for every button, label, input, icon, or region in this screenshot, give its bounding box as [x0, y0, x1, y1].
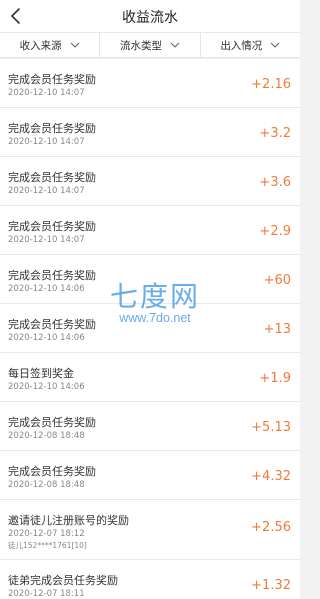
- list-item[interactable]: 每日签到奖金 2020-12-10 14:06 +1.9: [0, 353, 300, 402]
- record-amount: +2.16: [251, 77, 291, 92]
- list-item[interactable]: 徒弟完成会员任务奖励 2020-12-07 18:11 +1.32: [0, 560, 300, 599]
- record-date: 2020-12-08 18:48: [8, 480, 85, 490]
- filter-income-source[interactable]: 收入来源: [0, 33, 99, 57]
- record-title: 完成会员任务奖励: [8, 171, 96, 184]
- list-item[interactable]: 邀请徒儿注册账号的奖励 2020-12-07 18:12 徒儿152****17…: [0, 500, 300, 560]
- list-item[interactable]: 完成会员任务奖励 2020-12-10 14:07 +3.2: [0, 108, 300, 157]
- record-date: 2020-12-10 14:06: [8, 333, 85, 343]
- filter-label: 出入情况: [220, 39, 263, 52]
- record-amount: +2.9: [259, 224, 291, 239]
- list-item[interactable]: 完成会员任务奖励 2020-12-10 14:06 +60: [0, 255, 300, 304]
- record-title: 完成会员任务奖励: [8, 318, 96, 331]
- record-title: 邀请徒儿注册账号的奖励: [8, 514, 129, 527]
- record-title: 完成会员任务奖励: [8, 73, 96, 86]
- list-item[interactable]: 完成会员任务奖励 2020-12-08 18:48 +5.13: [0, 402, 300, 451]
- record-date: 2020-12-10 14:06: [8, 284, 85, 294]
- filter-bar: 收入来源 流水类型 出入情况: [0, 32, 300, 58]
- record-title: 完成会员任务奖励: [8, 122, 96, 135]
- record-date: 2020-12-10 14:07: [8, 137, 85, 147]
- chevron-down-icon: [270, 42, 280, 48]
- chevron-down-icon: [170, 42, 180, 48]
- record-date: 2020-12-08 18:48: [8, 431, 85, 441]
- list-item[interactable]: 完成会员任务奖励 2020-12-10 14:07 +2.16: [0, 59, 300, 108]
- list-item[interactable]: 完成会员任务奖励 2020-12-10 14:06 +13: [0, 304, 300, 353]
- page-title: 收益流水: [122, 10, 178, 26]
- record-date: 2020-12-10 14:06: [8, 382, 85, 392]
- record-amount: +1.32: [251, 578, 291, 593]
- record-title: 徒弟完成会员任务奖励: [8, 574, 118, 587]
- record-amount: +13: [263, 322, 291, 337]
- record-date: 2020-12-10 14:07: [8, 186, 85, 196]
- record-amount: +4.32: [251, 469, 291, 484]
- record-amount: +5.13: [251, 420, 291, 435]
- record-amount: +3.6: [259, 175, 291, 190]
- record-title: 完成会员任务奖励: [8, 416, 96, 429]
- header-bar: 收益流水: [0, 0, 300, 32]
- record-amount: +1.9: [259, 371, 291, 386]
- filter-label: 收入来源: [19, 39, 62, 52]
- list-item[interactable]: 完成会员任务奖励 2020-12-10 14:07 +3.6: [0, 157, 300, 206]
- record-title: 完成会员任务奖励: [8, 269, 96, 282]
- record-date: 2020-12-10 14:07: [8, 88, 85, 98]
- record-invitee: 徒儿152****1761[10]: [8, 541, 87, 550]
- record-date: 2020-12-07 18:11: [8, 589, 85, 599]
- list-item[interactable]: 完成会员任务奖励 2020-12-10 14:07 +2.9: [0, 206, 300, 255]
- record-title: 每日签到奖金: [8, 367, 74, 380]
- record-amount: +60: [263, 273, 291, 288]
- transaction-list: 完成会员任务奖励 2020-12-10 14:07 +2.16 完成会员任务奖励…: [0, 59, 300, 599]
- record-amount: +2.56: [251, 520, 291, 535]
- record-date: 2020-12-07 18:12: [8, 529, 85, 539]
- record-title: 完成会员任务奖励: [8, 465, 96, 478]
- record-title: 完成会员任务奖励: [8, 220, 96, 233]
- record-amount: +3.2: [259, 126, 291, 141]
- record-date: 2020-12-10 14:07: [8, 235, 85, 245]
- chevron-down-icon: [70, 42, 80, 48]
- filter-in-out[interactable]: 出入情况: [199, 33, 300, 57]
- list-item[interactable]: 完成会员任务奖励 2020-12-08 18:48 +4.32: [0, 451, 300, 500]
- filter-label: 流水类型: [119, 39, 162, 52]
- filter-flow-type[interactable]: 流水类型: [99, 33, 199, 57]
